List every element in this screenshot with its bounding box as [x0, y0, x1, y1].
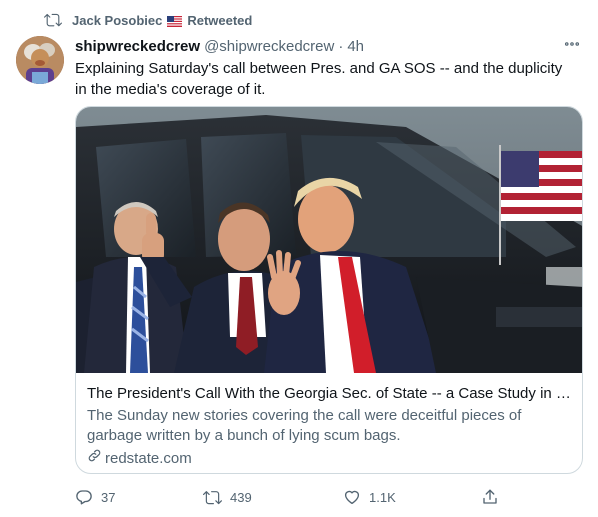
like-button[interactable]: 1.1K: [343, 488, 396, 506]
tweet-actions: 37 439 1.1K: [75, 486, 515, 508]
tweet-timestamp[interactable]: 4h: [347, 38, 364, 55]
reply-count: 37: [101, 489, 116, 505]
reply-button[interactable]: 37: [75, 488, 115, 506]
tweet-header: shipwreckedcrew @shipwreckedcrew · 4h: [75, 36, 582, 56]
card-domain: redstate.com: [105, 449, 192, 467]
author-display-name[interactable]: shipwreckedcrew: [75, 38, 200, 55]
avatar[interactable]: [16, 36, 64, 84]
reply-icon: [75, 488, 93, 506]
card-title[interactable]: The President's Call With the Georgia Se…: [87, 384, 571, 404]
retweet-icon: [203, 488, 222, 507]
us-flag-emoji: [167, 15, 183, 27]
retweeted-label: Retweeted: [187, 12, 253, 28]
heart-icon: [343, 488, 361, 506]
more-icon[interactable]: [562, 34, 582, 54]
share-button[interactable]: [481, 488, 499, 506]
retweet-button[interactable]: 439: [203, 488, 252, 507]
author-handle[interactable]: @shipwreckedcrew: [204, 38, 334, 55]
card-image[interactable]: [76, 107, 582, 373]
link-card[interactable]: The President's Call With the Georgia Se…: [75, 106, 583, 474]
like-count: 1.1K: [369, 489, 396, 505]
retweet-count: 439: [230, 489, 252, 505]
retweet-context: Jack Posobiec Retweeted: [44, 11, 252, 29]
separator-dot: ·: [338, 37, 344, 55]
retweeter-name[interactable]: Jack Posobiec: [72, 13, 162, 28]
tweet-text: Explaining Saturday's call between Pres.…: [75, 60, 563, 98]
link-icon: [87, 448, 102, 469]
tweet[interactable]: Jack Posobiec Retweeted shipwreckedcrew …: [0, 0, 598, 517]
card-domain-row: redstate.com: [87, 448, 571, 469]
retweet-icon: [44, 11, 62, 29]
share-icon: [481, 488, 499, 506]
card-description: The Sunday new stories covering the call…: [87, 407, 522, 444]
